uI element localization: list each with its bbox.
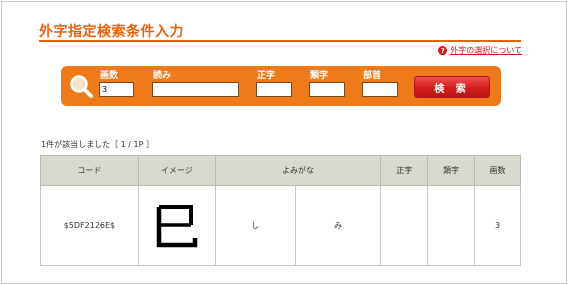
stroke-count-input[interactable] xyxy=(99,82,134,97)
result-summary: 1件が該当しました［ 1 / 1P ］ xyxy=(41,140,154,149)
seiji-input[interactable] xyxy=(256,82,292,97)
stroke-count-field: 画数 xyxy=(99,70,134,97)
glyph-image xyxy=(156,204,198,247)
ruiji-label: 類字 xyxy=(310,71,329,81)
reading-input[interactable] xyxy=(152,82,239,97)
search-panel: 画数 読み 正字 類字 部首 検 索 xyxy=(61,66,501,106)
reading-field: 読み xyxy=(152,70,239,97)
question-icon: ? xyxy=(438,46,448,55)
column-header-image: イメージ xyxy=(137,155,216,186)
column-header-stroke-count: 画数 xyxy=(474,155,521,186)
column-header-code: コード xyxy=(40,155,139,186)
help-link-label: 外字の選択について xyxy=(450,46,522,55)
ruiji-field: 類字 xyxy=(309,70,345,97)
help-link[interactable]: ? 外字の選択について xyxy=(438,45,522,56)
cell-stroke-count[interactable]: 3 xyxy=(474,185,521,266)
search-button[interactable]: 検 索 xyxy=(414,76,490,98)
cell-image[interactable] xyxy=(137,185,216,266)
title-divider xyxy=(39,40,521,42)
cell-code[interactable]: $5DF2126E$ xyxy=(40,185,139,266)
stroke-count-label: 画数 xyxy=(100,71,119,81)
cell-reading-2[interactable]: み xyxy=(294,185,382,266)
radical-label: 部首 xyxy=(363,71,382,81)
column-header-seiji: 正字 xyxy=(380,155,429,186)
seiji-label: 正字 xyxy=(257,71,276,81)
magnifier-icon xyxy=(70,75,93,98)
column-header-reading: よみがな xyxy=(214,155,382,186)
column-header-ruiji: 類字 xyxy=(427,155,476,186)
results-table: コード イメージ よみがな 正字 類字 画数 $5DF2126E$ し み 3 xyxy=(40,155,521,266)
cell-ruiji[interactable] xyxy=(427,185,476,266)
cell-seiji[interactable] xyxy=(380,185,429,266)
radical-field: 部首 xyxy=(362,70,398,97)
ruiji-input[interactable] xyxy=(309,82,345,97)
seiji-field: 正字 xyxy=(256,70,292,97)
page-title: 外字指定検索条件入力 xyxy=(39,24,184,40)
cell-reading-1[interactable]: し xyxy=(214,185,296,266)
table-row[interactable]: $5DF2126E$ し み 3 xyxy=(40,185,521,266)
radical-input[interactable] xyxy=(362,82,398,97)
table-header-row: コード イメージ よみがな 正字 類字 画数 xyxy=(40,155,521,186)
reading-label: 読み xyxy=(153,71,172,81)
